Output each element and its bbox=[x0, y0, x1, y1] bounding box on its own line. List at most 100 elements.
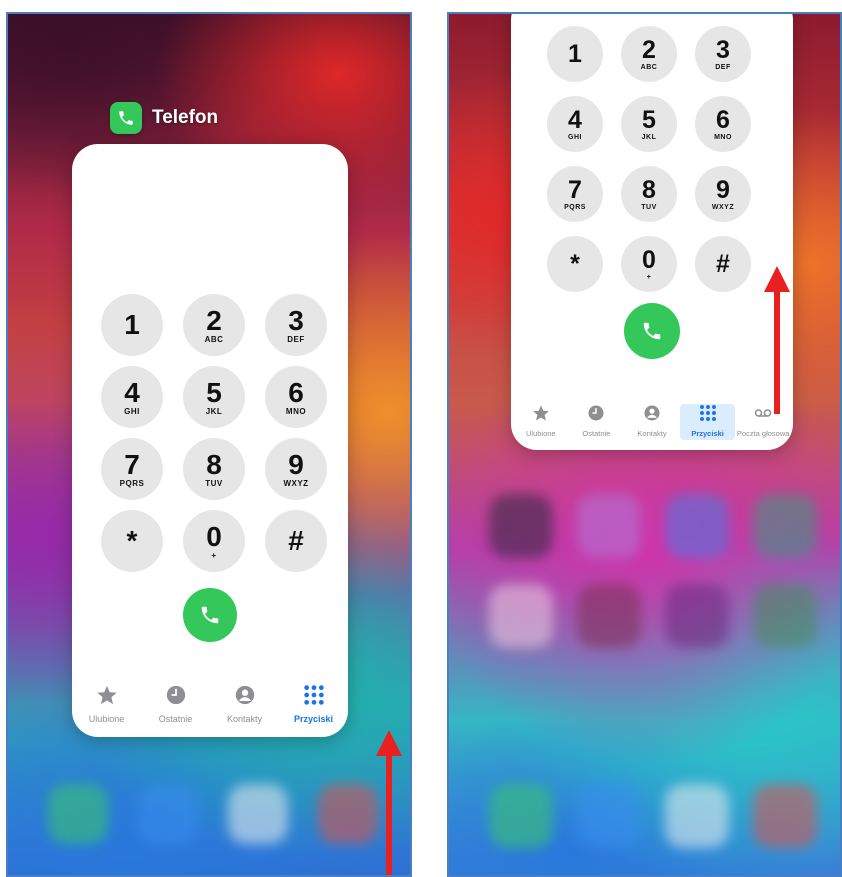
home-app-blurred bbox=[489, 494, 553, 558]
home-app-blurred bbox=[665, 584, 729, 648]
keypad-key[interactable]: 6 MNO bbox=[695, 96, 751, 152]
keypad-key[interactable]: 2 ABC bbox=[183, 294, 245, 356]
key-letters: ABC bbox=[204, 334, 224, 344]
key-digit: # bbox=[288, 525, 304, 556]
key-digit: 3 bbox=[716, 35, 730, 64]
key-digit: 8 bbox=[642, 175, 656, 204]
dock-app-blurred bbox=[489, 784, 553, 848]
call-button[interactable] bbox=[183, 588, 237, 642]
key-letters: PQRS bbox=[119, 478, 145, 488]
home-app-blurred bbox=[577, 584, 641, 648]
key-letters: + bbox=[211, 550, 217, 560]
home-app-blurred bbox=[753, 494, 817, 558]
phone-icon bbox=[643, 322, 661, 340]
key-letters: TUV bbox=[205, 478, 223, 488]
key-letters: TUV bbox=[641, 203, 657, 211]
key-digit: * bbox=[126, 525, 138, 556]
keypad-key[interactable]: 2 ABC bbox=[621, 26, 677, 82]
key-digit: 7 bbox=[568, 175, 582, 204]
star-icon bbox=[96, 684, 118, 711]
keypad-key[interactable]: # bbox=[265, 510, 327, 572]
keypad-key[interactable]: 9 WXYZ bbox=[695, 166, 751, 222]
dock-app-blurred bbox=[753, 784, 817, 848]
home-app-blurred bbox=[753, 584, 817, 648]
tab-label: Ulubione bbox=[88, 714, 125, 724]
dock-app-blurred bbox=[665, 784, 729, 848]
key-digit: 2 bbox=[642, 35, 656, 64]
keypad-icon bbox=[699, 404, 717, 427]
keypad-key[interactable]: 9 WXYZ bbox=[265, 438, 327, 500]
keypad-key[interactable]: * bbox=[101, 510, 163, 572]
home-app-blurred bbox=[665, 494, 729, 558]
tab-kontakty[interactable]: Kontakty bbox=[624, 404, 680, 440]
key-digit: 2 bbox=[206, 304, 222, 336]
keypad-key[interactable]: 1 bbox=[547, 26, 603, 82]
tab-przyciski[interactable]: Przyciski bbox=[279, 684, 348, 724]
dock-app-blurred bbox=[577, 784, 641, 848]
keypad-key[interactable]: 5 JKL bbox=[183, 366, 245, 428]
keypad-key[interactable]: 4 GHI bbox=[547, 96, 603, 152]
keypad-key[interactable]: 0 + bbox=[183, 510, 245, 572]
swipe-up-arrow bbox=[764, 266, 790, 414]
clock-icon bbox=[165, 684, 187, 711]
key-digit: 9 bbox=[716, 175, 730, 204]
keypad-key[interactable]: 5 JKL bbox=[621, 96, 677, 152]
app-name: Telefon bbox=[152, 107, 219, 128]
tab-label: Ostatnie bbox=[158, 714, 193, 724]
dock-app-blurred bbox=[318, 784, 378, 844]
key-letters: WXYZ bbox=[283, 478, 309, 488]
keypad-key[interactable]: 0 + bbox=[621, 236, 677, 292]
keypad-key[interactable]: 7 PQRS bbox=[101, 438, 163, 500]
key-letters: MNO bbox=[285, 406, 307, 416]
key-letters: ABC bbox=[640, 63, 658, 71]
key-digit: 4 bbox=[124, 376, 140, 408]
key-letters: DEF bbox=[287, 334, 305, 344]
key-digit: 4 bbox=[568, 105, 582, 134]
key-letters: JKL bbox=[641, 133, 657, 141]
key-digit: * bbox=[570, 249, 580, 278]
key-letters: JKL bbox=[205, 406, 223, 416]
swipe-up-arrow bbox=[376, 730, 402, 875]
phone-app-icon bbox=[110, 102, 142, 134]
person-icon bbox=[643, 404, 661, 427]
tab-label: Kontakty bbox=[226, 714, 263, 724]
keypad-key[interactable]: 8 TUV bbox=[183, 438, 245, 500]
person-icon bbox=[234, 684, 256, 711]
phone-app-card[interactable]: 1 2 ABC 3 DEF 4 GHI 5 JKL 6 MNO 7 PQRS 8 TUV 9 WXYZ * 0 + # … bbox=[511, 14, 793, 450]
keypad-key[interactable]: * bbox=[547, 236, 603, 292]
star-icon bbox=[532, 404, 550, 427]
dock-app-blurred bbox=[48, 784, 108, 844]
keypad-key[interactable]: # bbox=[695, 236, 751, 292]
tab-kontakty[interactable]: Kontakty bbox=[210, 684, 279, 724]
keypad-key[interactable]: 3 DEF bbox=[265, 294, 327, 356]
phone-app-card[interactable]: 1 2 ABC 3 DEF 4 GHI 5 JKL 6 MNO 7 PQRS 8 TUV 9 WXYZ * 0 + # … bbox=[72, 144, 348, 737]
call-button[interactable] bbox=[624, 303, 680, 359]
key-digit: 1 bbox=[124, 309, 140, 340]
tab-bar: Ulubione Ostatnie Kontakty Przyciski bbox=[72, 684, 348, 724]
key-letters: MNO bbox=[714, 133, 732, 141]
keypad-key[interactable]: 6 MNO bbox=[265, 366, 327, 428]
tab-bar: Ulubione Ostatnie Kontakty Przyciski Poczta … bbox=[511, 404, 793, 440]
tab-label: Poczta głosowa bbox=[736, 429, 790, 438]
key-digit: 3 bbox=[288, 304, 304, 336]
tab-ostatnie[interactable]: Ostatnie bbox=[141, 684, 210, 724]
key-digit: 6 bbox=[716, 105, 730, 134]
key-digit: 5 bbox=[206, 376, 222, 408]
home-app-blurred bbox=[489, 584, 553, 648]
key-digit: 1 bbox=[568, 39, 582, 68]
keypad-key[interactable]: 8 TUV bbox=[621, 166, 677, 222]
app-title[interactable]: Telefon bbox=[110, 102, 218, 134]
home-app-blurred bbox=[577, 494, 641, 558]
tab-label: Kontakty bbox=[637, 429, 667, 438]
tab-ostatnie[interactable]: Ostatnie bbox=[569, 404, 625, 440]
key-letters: WXYZ bbox=[711, 203, 735, 211]
keypad-key[interactable]: 7 PQRS bbox=[547, 166, 603, 222]
keypad-key[interactable]: 3 DEF bbox=[695, 26, 751, 82]
tab-ulubione[interactable]: Ulubione bbox=[513, 404, 569, 440]
key-letters: GHI bbox=[124, 406, 140, 416]
keypad-key[interactable]: 1 bbox=[101, 294, 163, 356]
tab-przyciski[interactable]: Przyciski bbox=[679, 404, 736, 440]
keypad-key[interactable]: 4 GHI bbox=[101, 366, 163, 428]
tab-ulubione[interactable]: Ulubione bbox=[72, 684, 141, 724]
keypad-icon bbox=[303, 684, 325, 711]
